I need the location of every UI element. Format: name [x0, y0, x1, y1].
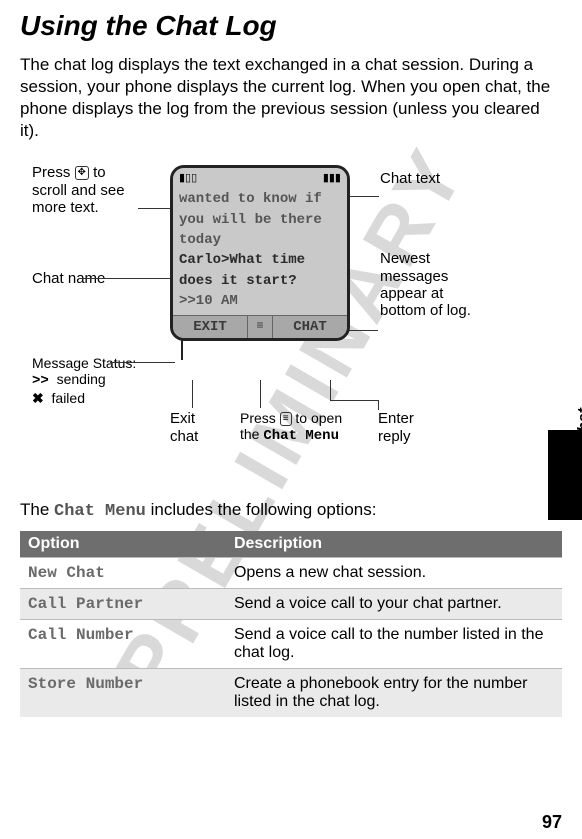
annot-chat-text: Chat text: [380, 170, 470, 187]
signal-icon: ▮▯▯: [179, 171, 197, 184]
option-desc: Send a voice call to the number listed i…: [226, 620, 562, 669]
leader-line: [330, 400, 378, 401]
table-header-row: Option Description: [20, 531, 562, 558]
status-sending-label: sending: [57, 371, 106, 387]
annot-press-menu-a: Press: [240, 410, 280, 426]
leader-line: [260, 380, 261, 408]
leader-line: [378, 400, 379, 410]
table-row: Call Partner Send a voice call to your c…: [20, 589, 562, 620]
leader-line: [110, 362, 175, 363]
status-failed-label: failed: [52, 390, 85, 406]
option-name: Call Partner: [20, 589, 226, 620]
table-header-description: Description: [226, 531, 562, 558]
phone-line-2: you will be there: [179, 210, 341, 230]
dpad-icon: ✥: [75, 166, 89, 180]
phone-line-3: today: [179, 230, 341, 250]
option-desc: Send a voice call to your chat partner.: [226, 589, 562, 620]
page-number: 97: [542, 812, 562, 833]
option-name: Store Number: [20, 669, 226, 718]
annot-newest-messages: Newest messages appear at bottom of log.: [380, 250, 490, 319]
phone-screen: wanted to know if you will be there toda…: [173, 187, 347, 315]
status-sending-row: >> sending: [32, 371, 167, 389]
phone-line-4: Carlo>What time: [179, 250, 341, 270]
annot-message-status-title: Message Status:: [32, 355, 167, 371]
para2-c: includes the following options:: [146, 500, 377, 519]
option-desc: Create a phonebook entry for the number …: [226, 669, 562, 718]
option-desc: Opens a new chat session.: [226, 558, 562, 589]
menu-key-icon: ≡: [280, 412, 292, 426]
leader-line: [192, 380, 193, 408]
option-name: Call Number: [20, 620, 226, 669]
phone-mockup: ▮▯▯ ▮▮▮ wanted to know if you will be th…: [170, 165, 350, 341]
page-content: Using the Chat Log The chat log displays…: [0, 0, 582, 717]
phone-line-6: >>10 AM: [179, 291, 341, 311]
annot-press-scroll: Press ✥ to scroll and see more text.: [32, 164, 142, 216]
softkey-chat[interactable]: CHAT: [273, 316, 347, 338]
table-row: New Chat Opens a new chat session.: [20, 558, 562, 589]
phone-statusbar: ▮▯▯ ▮▮▮: [173, 168, 347, 187]
table-row: Call Number Send a voice call to the num…: [20, 620, 562, 669]
page-title: Using the Chat Log: [20, 10, 562, 42]
chat-menu-paragraph: The Chat Menu includes the following opt…: [20, 500, 562, 521]
status-sending-symbol: >>: [32, 373, 49, 389]
annot-exit-chat: Exit chat: [170, 410, 220, 445]
phone-line-1: wanted to know if: [179, 189, 341, 209]
phone-softkeys: EXIT ≡ CHAT: [173, 315, 347, 338]
phone-line-5: does it start?: [179, 271, 341, 291]
para2-b: Chat Menu: [54, 502, 146, 521]
battery-icon: ▮▮▮: [323, 171, 341, 184]
status-failed-row: ✖ failed: [32, 390, 167, 406]
leader-line: [330, 380, 331, 400]
options-table: Option Description New Chat Opens a new …: [20, 531, 562, 717]
annot-press-scroll-a: Press: [32, 164, 75, 181]
chat-log-diagram: Press ✥ to scroll and see more text. Cha…: [20, 160, 562, 490]
intro-paragraph: The chat log displays the text exchanged…: [20, 54, 562, 142]
table-row: Store Number Create a phonebook entry fo…: [20, 669, 562, 718]
softkey-exit[interactable]: EXIT: [173, 316, 247, 338]
annot-press-menu: Press ≡ to open the Chat Menu: [240, 410, 360, 444]
softkey-menu[interactable]: ≡: [247, 316, 273, 338]
status-failed-symbol: ✖: [32, 390, 44, 406]
annot-enter-reply: Enter reply: [378, 410, 448, 445]
option-name: New Chat: [20, 558, 226, 589]
table-header-option: Option: [20, 531, 226, 558]
para2-a: The: [20, 500, 54, 519]
annot-press-menu-c: Chat Menu: [263, 428, 339, 444]
